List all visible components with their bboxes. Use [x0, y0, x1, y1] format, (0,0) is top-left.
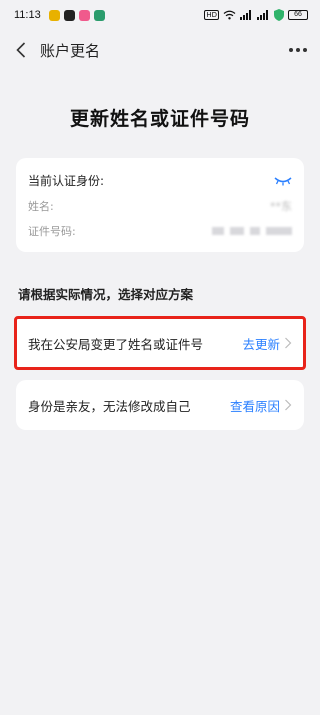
page-title: 更新姓名或证件号码 [69, 108, 250, 130]
option-text: 我在公安局变更了姓名或证件号 [28, 336, 204, 352]
status-bar: 11:13 HD 66 [0, 0, 320, 30]
option-relative-identity[interactable]: 身份是亲友，无法修改成自己 查看原因 [16, 380, 304, 430]
status-indicators: HD 66 [204, 9, 308, 21]
more-dot-icon [303, 48, 307, 52]
mask-block [212, 227, 224, 235]
nav-bar: 账户更名 [0, 30, 320, 70]
app-notification-icon [48, 9, 60, 21]
option-action-label: 查看原因 [229, 398, 280, 414]
view-reason-link[interactable]: 查看原因 [230, 396, 292, 415]
masked-id-value [212, 227, 292, 235]
update-link[interactable]: 去更新 [242, 334, 292, 353]
id-number-label: 证件号码: [28, 225, 76, 238]
status-time: 11:13 [14, 9, 41, 21]
signal-icon [257, 10, 268, 20]
section-label: 请根据实际情况，选择对应方案 [18, 287, 194, 302]
more-dot-icon [289, 48, 293, 52]
notification-icons [48, 9, 105, 21]
id-number-row: 证件号码: [28, 223, 292, 239]
shield-icon [274, 9, 284, 21]
identity-card: 当前认证身份: 姓名: **东 证件号码: [16, 158, 304, 252]
option-update-identity[interactable]: 我在公安局变更了姓名或证件号 去更新 [14, 316, 306, 370]
chevron-left-icon [16, 42, 26, 58]
wifi-icon [223, 10, 236, 20]
battery-icon: 66 [288, 10, 308, 20]
eye-closed-icon[interactable] [274, 176, 292, 186]
signal-icon [240, 10, 251, 20]
option-action-label: 去更新 [242, 336, 280, 352]
chevron-right-icon [285, 337, 292, 349]
back-button[interactable] [10, 39, 32, 61]
mask-block [250, 227, 260, 235]
hd-badge: HD [204, 10, 219, 20]
more-dot-icon [296, 48, 300, 52]
app-notification-icon [78, 9, 90, 21]
masked-name-value: **东 [270, 200, 292, 213]
identity-header: 当前认证身份: [28, 172, 292, 189]
name-row: 姓名: **东 [28, 198, 292, 214]
mask-block [230, 227, 244, 235]
chevron-right-icon [285, 399, 292, 411]
identity-header-label: 当前认证身份: [28, 174, 105, 188]
name-label: 姓名: [28, 200, 54, 213]
option-text: 身份是亲友，无法修改成自己 [28, 398, 191, 414]
app-notification-icon [93, 9, 105, 21]
mask-block [266, 227, 292, 235]
nav-title: 账户更名 [40, 41, 101, 60]
app-notification-icon [63, 9, 75, 21]
more-button[interactable] [286, 40, 310, 60]
